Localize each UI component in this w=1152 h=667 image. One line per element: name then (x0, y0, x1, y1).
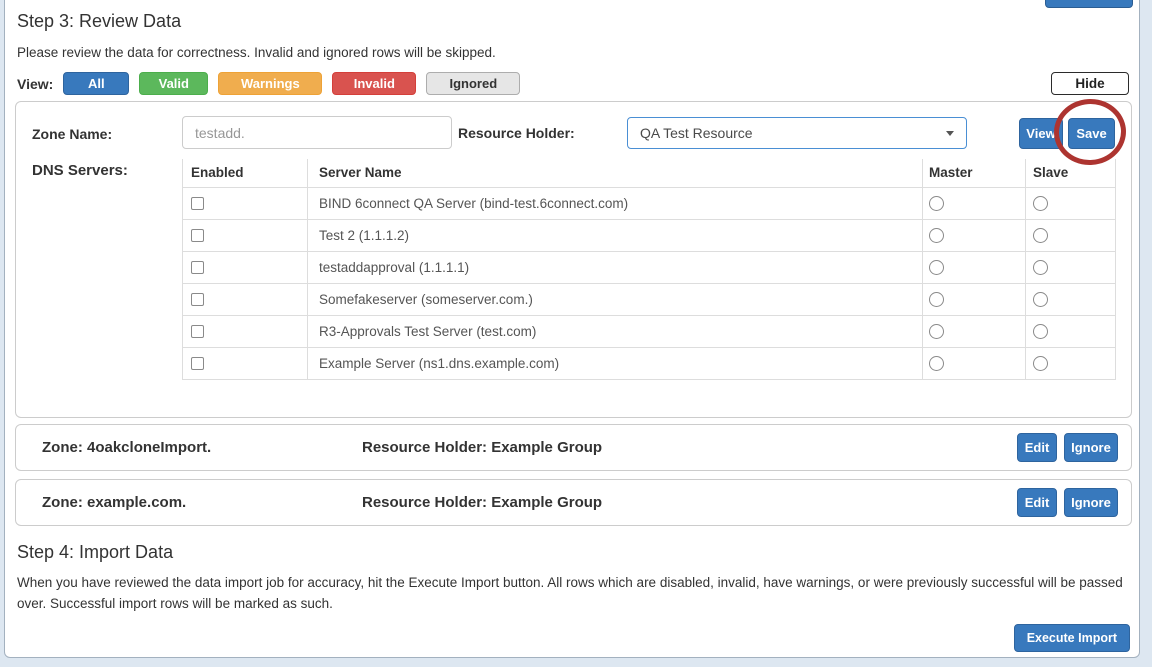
filter-warnings-button[interactable]: Warnings (218, 72, 322, 95)
zone-summary-row: Zone: example.com. Resource Holder: Exam… (15, 479, 1132, 526)
ignore-button[interactable]: Ignore (1064, 433, 1118, 462)
cutoff-top-button[interactable] (1045, 0, 1133, 8)
server-name-cell: Example Server (ns1.dns.example.com) (308, 347, 923, 379)
table-header-row: Enabled Server Name Master Slave (183, 159, 1116, 187)
enabled-checkbox[interactable] (191, 325, 204, 338)
zone-editor-panel: Zone Name: Resource Holder: QA Test Reso… (15, 101, 1132, 418)
table-row: Somefakeserver (someserver.com.) (183, 283, 1116, 315)
edit-button[interactable]: Edit (1017, 433, 1057, 462)
edit-button[interactable]: Edit (1017, 488, 1057, 517)
header-server-name: Server Name (308, 159, 923, 187)
view-filter-label: View: (17, 76, 53, 92)
zone-name-label: Zone Name: (32, 118, 112, 150)
enabled-checkbox[interactable] (191, 197, 204, 210)
table-row: R3-Approvals Test Server (test.com) (183, 315, 1116, 347)
enabled-checkbox[interactable] (191, 229, 204, 242)
enabled-checkbox[interactable] (191, 357, 204, 370)
server-name-cell: BIND 6connect QA Server (bind-test.6conn… (308, 187, 923, 219)
zone-summary-row: Zone: 4oakcloneImport. Resource Holder: … (15, 424, 1132, 471)
zone-name-input[interactable] (182, 116, 452, 149)
table-row: Test 2 (1.1.1.2) (183, 219, 1116, 251)
import-wizard-panel: Step 3: Review Data Please review the da… (4, 0, 1140, 658)
zone-resource-holder: Resource Holder: Example Group (362, 494, 602, 511)
table-row: Example Server (ns1.dns.example.com) (183, 347, 1116, 379)
table-row: testaddapproval (1.1.1.1) (183, 251, 1116, 283)
master-radio[interactable] (929, 292, 944, 307)
dns-servers-table: Enabled Server Name Master Slave BIND 6c… (182, 159, 1116, 380)
enabled-checkbox[interactable] (191, 293, 204, 306)
chevron-down-icon (946, 131, 954, 136)
step4-title: Step 4: Import Data (17, 542, 173, 563)
master-radio[interactable] (929, 260, 944, 275)
filter-all-button[interactable]: All (63, 72, 129, 95)
header-slave: Slave (1026, 159, 1116, 187)
resource-holder-selected-value: QA Test Resource (640, 125, 946, 141)
filter-ignored-button[interactable]: Ignored (426, 72, 520, 95)
dns-servers-label: DNS Servers: (32, 162, 128, 179)
filter-valid-button[interactable]: Valid (139, 72, 208, 95)
slave-radio[interactable] (1033, 260, 1048, 275)
view-filter-bar: View: All Valid Warnings Invalid Ignored (17, 72, 530, 95)
server-name-cell: Test 2 (1.1.1.2) (308, 219, 923, 251)
step4-description: When you have reviewed the data import j… (17, 572, 1129, 614)
slave-radio[interactable] (1033, 292, 1048, 307)
enabled-checkbox[interactable] (191, 261, 204, 274)
resource-holder-label: Resource Holder: (458, 118, 575, 149)
slave-radio[interactable] (1033, 324, 1048, 339)
header-enabled: Enabled (183, 159, 308, 187)
view-button[interactable]: View (1019, 118, 1063, 149)
step3-description: Please review the data for correctness. … (17, 45, 496, 60)
slave-radio[interactable] (1033, 356, 1048, 371)
resource-holder-select[interactable]: QA Test Resource (627, 117, 967, 149)
table-row: BIND 6connect QA Server (bind-test.6conn… (183, 187, 1116, 219)
server-name-cell: Somefakeserver (someserver.com.) (308, 283, 923, 315)
ignore-button[interactable]: Ignore (1064, 488, 1118, 517)
server-name-cell: testaddapproval (1.1.1.1) (308, 251, 923, 283)
save-button[interactable]: Save (1068, 118, 1115, 149)
master-radio[interactable] (929, 228, 944, 243)
zone-resource-holder: Resource Holder: Example Group (362, 439, 602, 456)
execute-import-button[interactable]: Execute Import (1014, 624, 1130, 652)
master-radio[interactable] (929, 196, 944, 211)
hide-button[interactable]: Hide (1051, 72, 1129, 95)
slave-radio[interactable] (1033, 228, 1048, 243)
master-radio[interactable] (929, 324, 944, 339)
zone-label: Zone: 4oakcloneImport. (42, 439, 211, 456)
zone-label: Zone: example.com. (42, 494, 186, 511)
filter-invalid-button[interactable]: Invalid (332, 72, 416, 95)
server-name-cell: R3-Approvals Test Server (test.com) (308, 315, 923, 347)
slave-radio[interactable] (1033, 196, 1048, 211)
master-radio[interactable] (929, 356, 944, 371)
step3-title: Step 3: Review Data (17, 11, 181, 32)
header-master: Master (923, 159, 1026, 187)
